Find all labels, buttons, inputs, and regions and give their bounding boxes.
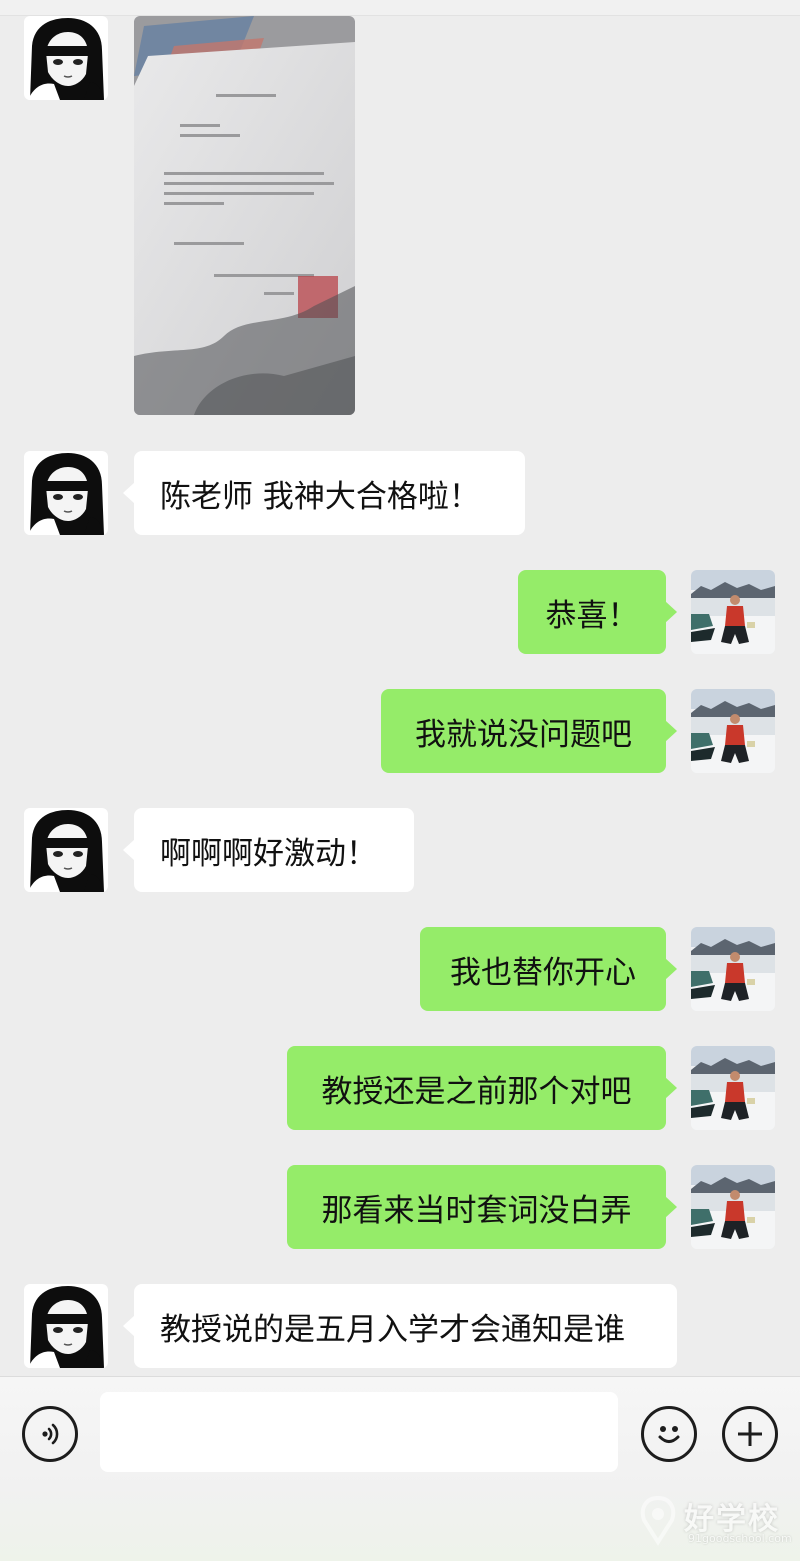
snow-photo-avatar-icon: [691, 1046, 775, 1130]
watermark: 好学校 91goodschool.com: [636, 1492, 792, 1548]
message-bubble-outgoing[interactable]: 教授还是之前那个对吧: [287, 1046, 677, 1130]
plus-button[interactable]: [722, 1406, 778, 1462]
snow-photo-avatar-icon: [691, 927, 775, 1011]
message-input[interactable]: [100, 1392, 618, 1472]
message-bubble-outgoing[interactable]: 我也替你开心: [420, 927, 677, 1011]
anime-girl-avatar-icon: [24, 451, 108, 535]
message-bubble-incoming[interactable]: 教授说的是五月入学才会通知是谁: [123, 1284, 677, 1368]
plus-icon: [738, 1422, 762, 1446]
my-avatar[interactable]: [691, 1165, 775, 1249]
contact-avatar[interactable]: [24, 16, 108, 100]
message-bubble-outgoing[interactable]: 恭喜！: [518, 570, 677, 654]
watermark-logo-icon: [640, 1495, 676, 1546]
anime-girl-avatar-icon: [24, 808, 108, 892]
message-text: 我也替你开心: [450, 954, 636, 991]
my-avatar[interactable]: [691, 689, 775, 773]
message-text: 我就说没问题吧: [415, 716, 632, 753]
my-avatar[interactable]: [691, 927, 775, 1011]
snow-photo-avatar-icon: [691, 1165, 775, 1249]
emoji-button[interactable]: [641, 1406, 697, 1462]
message-bubble-incoming[interactable]: 陈老师 我神大合格啦！: [123, 451, 525, 535]
contact-avatar[interactable]: [24, 451, 108, 535]
voice-button[interactable]: [22, 1406, 78, 1462]
message-bubble-outgoing[interactable]: 我就说没问题吧: [381, 689, 677, 773]
my-avatar[interactable]: [691, 570, 775, 654]
anime-girl-avatar-icon: [24, 16, 108, 100]
contact-avatar[interactable]: [24, 808, 108, 892]
my-avatar[interactable]: [691, 1046, 775, 1130]
snow-photo-avatar-icon: [691, 689, 775, 773]
document-photo[interactable]: [134, 16, 355, 415]
message-text: 教授还是之前那个对吧: [321, 1073, 632, 1110]
contact-avatar[interactable]: [24, 1284, 108, 1368]
message-text: 教授说的是五月入学才会通知是谁: [160, 1311, 625, 1348]
message-text: 那看来当时套词没白弄: [321, 1192, 632, 1229]
emoji-icon: [658, 1426, 680, 1443]
message-text: 恭喜！: [545, 597, 639, 634]
message-text: 啊啊啊好激动！: [160, 835, 377, 872]
message-bubble-outgoing[interactable]: 那看来当时套词没白弄: [287, 1165, 677, 1249]
top-divider: [0, 0, 800, 16]
document-photo-image: [134, 16, 355, 415]
voice-icon: [42, 1423, 59, 1445]
watermark-url: 91goodschool.com: [688, 1532, 792, 1545]
message-bubble-incoming[interactable]: 啊啊啊好激动！: [123, 808, 414, 892]
snow-photo-avatar-icon: [691, 570, 775, 654]
anime-girl-avatar-icon: [24, 1284, 108, 1368]
message-text: 陈老师 我神大合格啦！: [160, 478, 480, 515]
